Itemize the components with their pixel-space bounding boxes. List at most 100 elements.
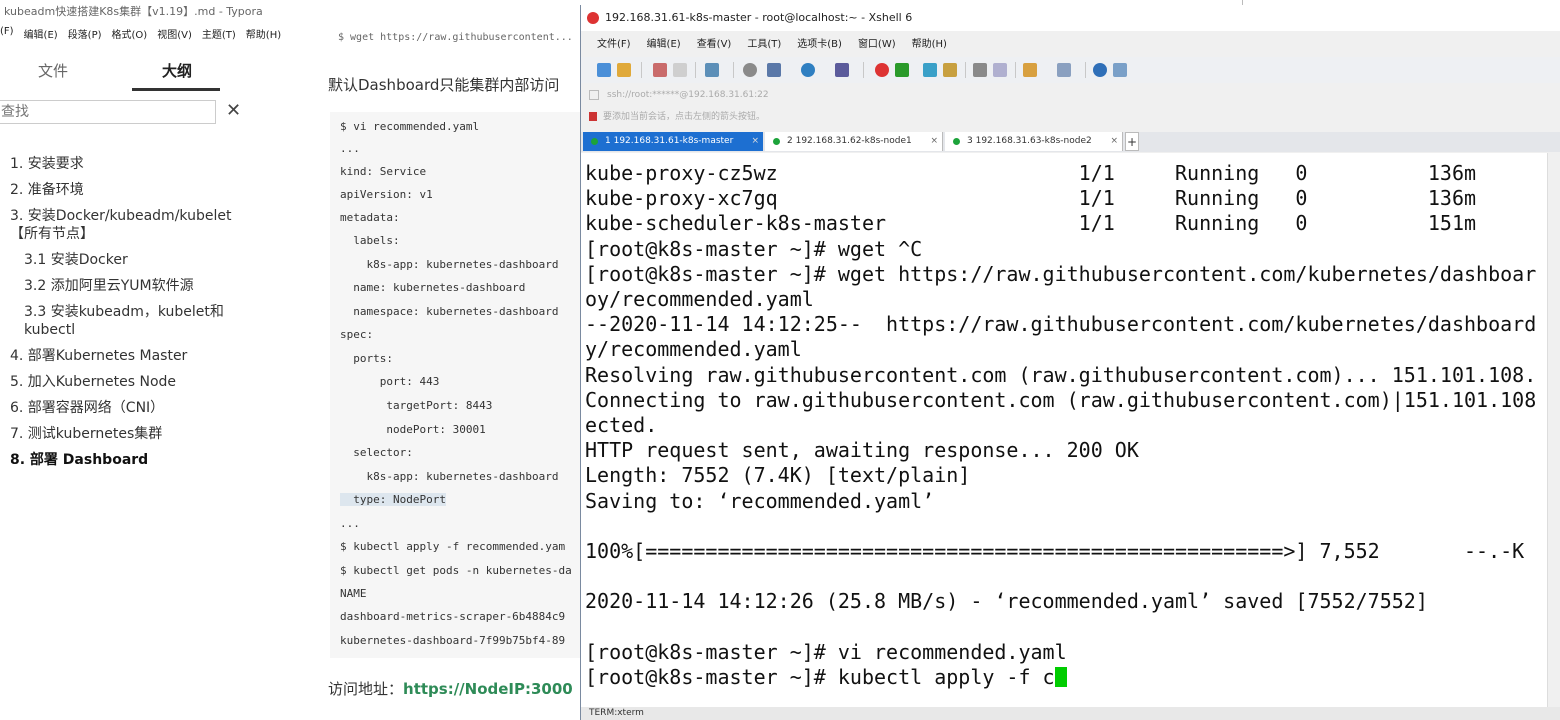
terminal-output[interactable]: kube-proxy-cz5wz 1/1 Running 0 136m kube-… xyxy=(581,153,1547,707)
code-line: name: kubernetes-dashboard xyxy=(340,281,526,294)
code-line: targetPort: 8443 xyxy=(340,399,493,412)
connected-status-icon xyxy=(773,138,780,145)
terminal-line-text: --2020-11-14 14:12:25-- https://raw.gith… xyxy=(585,312,1537,337)
code-line: ports: xyxy=(340,352,393,365)
close-tab-icon[interactable]: × xyxy=(1110,132,1118,151)
access-link[interactable]: https://NodeIP:3000 xyxy=(403,680,573,698)
transfer-icon[interactable] xyxy=(767,63,781,77)
terminal-line-text: 2020-11-14 14:12:26 (25.8 MB/s) - ‘recom… xyxy=(585,589,1428,614)
terminal-line-text: kube-proxy-xc7gq 1/1 Running 0 136m xyxy=(585,186,1477,211)
outline-item[interactable]: 1. 安装要求 xyxy=(0,155,235,173)
disconnect-icon[interactable] xyxy=(673,63,687,77)
terminal-type: TERM:xterm xyxy=(589,708,644,718)
globe-icon[interactable] xyxy=(801,63,815,77)
terminal-line: ected. xyxy=(585,413,657,438)
terminal-line-text: y/recommended.yaml xyxy=(585,337,802,362)
code-line: k8s-app: kubernetes-dashboard xyxy=(340,258,559,271)
help-icon[interactable] xyxy=(1093,63,1107,77)
menu-view[interactable]: 查看(V) xyxy=(697,35,732,53)
menu-file[interactable]: (F) xyxy=(0,26,14,44)
code-line: kind: Service xyxy=(340,165,427,178)
terminal-line-text: [root@k8s-master ~]# wget https://raw.gi… xyxy=(585,261,1537,286)
outline-item[interactable]: 7. 测试kubernetes集群 xyxy=(0,425,235,443)
address-text: ssh://root:******@192.168.31.61:22 xyxy=(607,90,769,100)
editor-pane[interactable]: $ wget https://raw.githubusercontent... … xyxy=(320,30,582,720)
properties-icon[interactable] xyxy=(705,63,719,77)
code-line: ... xyxy=(340,517,360,530)
code-block[interactable]: $ vi recommended.yaml... kind: Service api… xyxy=(330,112,582,658)
find-icon[interactable] xyxy=(743,63,757,77)
add-tab-button[interactable]: + xyxy=(1125,132,1139,151)
tab-label: 2 192.168.31.62-k8s-node1 xyxy=(787,136,912,146)
outline-item[interactable]: 2. 准备环境 xyxy=(0,181,235,199)
layout-icon[interactable] xyxy=(1057,63,1071,77)
close-tab-icon[interactable]: × xyxy=(751,132,759,151)
outline-item[interactable]: 3.2 添加阿里云YUM软件源 xyxy=(0,277,235,295)
outline-item[interactable]: 8. 部署 Dashboard xyxy=(0,451,235,469)
menu-edit[interactable]: 编辑(E) xyxy=(647,35,681,53)
terminal-scrollbar[interactable] xyxy=(1547,153,1560,707)
status-bar: TERM:xterm xyxy=(581,707,1560,720)
reconnect-icon[interactable] xyxy=(653,63,667,77)
xftp-icon[interactable] xyxy=(875,63,889,77)
keyboard-icon[interactable] xyxy=(973,63,987,77)
code-line: $ vi recommended.yaml xyxy=(340,120,480,133)
terminal-line-text: oy/recommended.yaml xyxy=(585,287,814,311)
menu-tabs[interactable]: 选项卡(B) xyxy=(797,35,842,53)
bookmark-icon[interactable] xyxy=(589,112,597,121)
toolbar-separator xyxy=(733,62,734,78)
session-manager-icon[interactable] xyxy=(1023,63,1037,77)
open-folder-icon[interactable] xyxy=(617,63,631,77)
terminal-line-text: Resolving raw.githubusercontent.com (raw… xyxy=(585,362,1537,387)
menu-help[interactable]: 帮助(H) xyxy=(912,35,947,53)
code-line-partial: $ wget https://raw.githubusercontent... xyxy=(338,32,573,43)
tab-session-1[interactable]: 1 192.168.31.61-k8s-master × xyxy=(583,132,763,151)
tab-outline[interactable]: 大纲 xyxy=(162,60,192,82)
terminal-line: [root@k8s-master ~]# wget ^C xyxy=(585,237,922,262)
menu-edit[interactable]: 编辑(E) xyxy=(24,26,58,44)
tab-session-3[interactable]: 3 192.168.31.63-k8s-node2 × xyxy=(945,132,1123,151)
menu-theme[interactable]: 主题(T) xyxy=(202,26,236,44)
xmanager-icon[interactable] xyxy=(895,63,909,77)
connected-status-icon xyxy=(591,138,598,145)
menu-paragraph[interactable]: 段落(P) xyxy=(68,26,102,44)
terminal-line: Resolving raw.githubusercontent.com (raw… xyxy=(585,363,1536,388)
menu-file[interactable]: 文件(F) xyxy=(597,35,631,53)
menu-help[interactable]: 帮助(H) xyxy=(246,26,281,44)
outline-item[interactable]: 4. 部署Kubernetes Master xyxy=(0,347,235,365)
terminal-line-text: ected. xyxy=(585,413,658,437)
new-session-icon[interactable] xyxy=(597,63,611,77)
active-tab-indicator xyxy=(132,88,220,91)
fullscreen-icon[interactable] xyxy=(923,63,937,77)
menu-format[interactable]: 格式(O) xyxy=(112,26,148,44)
outline-item[interactable]: 3.3 安装kubeadm，kubelet和kubectl xyxy=(0,303,235,339)
terminal-line-text: [root@k8s-master ~]# wget ^C xyxy=(585,236,923,261)
terminal-line: Connecting to raw.githubusercontent.com … xyxy=(585,388,1536,413)
xshell-titlebar: 192.168.31.61-k8s-master - root@localhos… xyxy=(581,5,1560,31)
menu-view[interactable]: 视图(V) xyxy=(157,26,192,44)
menu-window[interactable]: 窗口(W) xyxy=(858,35,896,53)
outline-item[interactable]: 5. 加入Kubernetes Node xyxy=(0,373,235,391)
tab-session-2[interactable]: 2 192.168.31.62-k8s-node1 × xyxy=(765,132,943,151)
tab-files[interactable]: 文件 xyxy=(38,60,68,82)
lock-icon[interactable] xyxy=(943,63,957,77)
script-icon[interactable] xyxy=(993,63,1007,77)
menu-tools[interactable]: 工具(T) xyxy=(747,35,781,53)
xshell-title: 192.168.31.61-k8s-master - root@localhos… xyxy=(605,11,913,24)
code-line: kubernetes-dashboard-7f99b75bf4-89 xyxy=(340,634,566,647)
outline-item[interactable]: 6. 部署容器网络（CNI） xyxy=(0,399,235,417)
code-line: $ kubectl get pods -n kubernetes-da xyxy=(340,564,572,577)
outline-search-input[interactable] xyxy=(0,100,216,124)
access-paragraph: 访问地址：https://NodeIP:3000 xyxy=(328,678,573,699)
close-icon[interactable]: ✕ xyxy=(226,100,241,122)
terminal-line: Saving to: ‘recommended.yaml’ xyxy=(585,489,934,514)
access-label: 访问地址： xyxy=(328,680,404,698)
chat-icon[interactable] xyxy=(1113,63,1127,77)
close-tab-icon[interactable]: × xyxy=(930,132,938,151)
terminal-line: oy/recommended.yaml xyxy=(585,287,814,312)
font-icon[interactable] xyxy=(835,63,849,77)
outline-item[interactable]: 3. 安装Docker/kubeadm/kubelet【所有节点】 xyxy=(0,207,235,243)
xshell-menubar: 文件(F) 编辑(E) 查看(V) 工具(T) 选项卡(B) 窗口(W) 帮助(… xyxy=(581,35,947,53)
outline-item[interactable]: 3.1 安装Docker xyxy=(0,251,235,269)
address-bar[interactable]: ssh://root:******@192.168.31.61:22 xyxy=(589,85,1549,105)
